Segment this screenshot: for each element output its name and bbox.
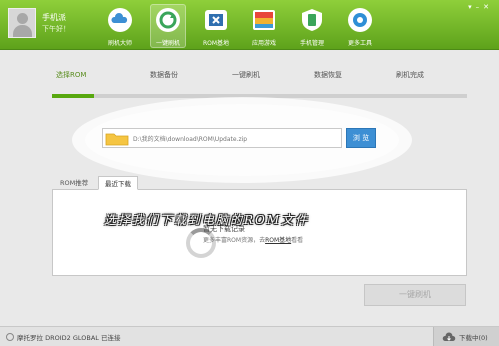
cloud-download-icon	[442, 332, 456, 341]
cloud-icon	[108, 8, 132, 32]
tab-rom-recommend[interactable]: ROM推荐	[54, 176, 94, 190]
folder-icon	[105, 133, 129, 146]
progress-fill	[52, 94, 94, 98]
minimize-button-icon[interactable]: –	[476, 3, 484, 11]
tools-icon	[348, 8, 372, 32]
browse-button[interactable]: 浏 览	[346, 128, 376, 148]
download-center-button[interactable]: 下载中(0)	[433, 327, 499, 346]
download-center-label: 下载中(0)	[459, 334, 488, 342]
rom-path-value: D:\我的文档\download\ROM\Update.zip	[133, 136, 248, 143]
shield-icon	[302, 9, 322, 31]
tab-recent-downloads[interactable]: 最近下载	[98, 176, 138, 190]
status-bar: 摩托罗拉 DROID2 GLOBAL 已连接 下载中(0)	[0, 326, 499, 346]
step-data-restore: 数据恢复	[314, 71, 342, 79]
nav-label: ROM基地	[202, 40, 230, 47]
tutorial-caption: 选择我们下载到电脑的ROM文件	[104, 213, 310, 227]
device-status: 摩托罗拉 DROID2 GLOBAL 已连接	[17, 334, 121, 342]
recent-downloads-panel: 暂无下载记录 更多丰富ROM资源，去ROM基地看看	[52, 190, 467, 276]
rom-icon	[205, 10, 227, 30]
one-click-flash-button[interactable]: 一键刷机	[364, 284, 466, 306]
nav-item-rom-base[interactable]: ROM基地	[198, 4, 234, 48]
flash-steps: 选择ROM 数据备份 一键刷机 数据恢复 刷机完成	[52, 70, 467, 100]
step-data-backup: 数据备份	[150, 71, 178, 79]
apps-icon	[253, 10, 275, 30]
user-profile[interactable]: 手机派 下午好！	[8, 8, 98, 44]
close-icon[interactable]: ✕	[483, 3, 493, 11]
nav-label: 手机管理	[299, 40, 324, 47]
nav-label: 一键刷机	[155, 40, 180, 47]
nav-item-apps-games[interactable]: 应用游戏	[246, 4, 282, 48]
empty-description: 更多丰富ROM资源，去ROM基地看看	[203, 235, 303, 244]
step-select-rom: 选择ROM	[56, 71, 87, 79]
user-name[interactable]: 手机派	[42, 12, 66, 23]
rom-file-selector: D:\我的文档\download\ROM\Update.zip 浏 览	[102, 128, 376, 148]
nav-label: 更多工具	[347, 40, 372, 47]
rom-base-link[interactable]: ROM基地	[265, 237, 291, 244]
user-greeting: 下午好！	[42, 25, 70, 33]
refresh-icon	[156, 8, 180, 32]
app-header: 手机派 下午好！ 刷机大师 一键刷机 ROM基地 应用游戏 手机管理 更多工具 …	[0, 0, 499, 50]
nav-item-phone-manage[interactable]: 手机管理	[294, 4, 330, 48]
avatar[interactable]	[8, 8, 36, 38]
empty-desc-prefix: 更多丰富ROM资源，去	[203, 237, 266, 244]
step-one-click-flash: 一键刷机	[232, 71, 260, 79]
nav-item-flash-master[interactable]: 刷机大师	[102, 4, 138, 48]
step-flash-done: 刷机完成	[396, 71, 424, 79]
nav-item-one-click-flash[interactable]: 一键刷机	[150, 4, 186, 48]
nav-item-more-tools[interactable]: 更多工具	[342, 4, 378, 48]
empty-desc-suffix: 看看	[291, 237, 304, 244]
device-icon	[6, 333, 14, 341]
nav-label: 刷机大师	[107, 40, 132, 47]
nav-label: 应用游戏	[251, 40, 276, 47]
window-controls: ▾–✕	[468, 3, 493, 11]
rom-path-input[interactable]: D:\我的文档\download\ROM\Update.zip	[102, 128, 342, 148]
minimize-icon[interactable]: ▾	[468, 3, 476, 11]
